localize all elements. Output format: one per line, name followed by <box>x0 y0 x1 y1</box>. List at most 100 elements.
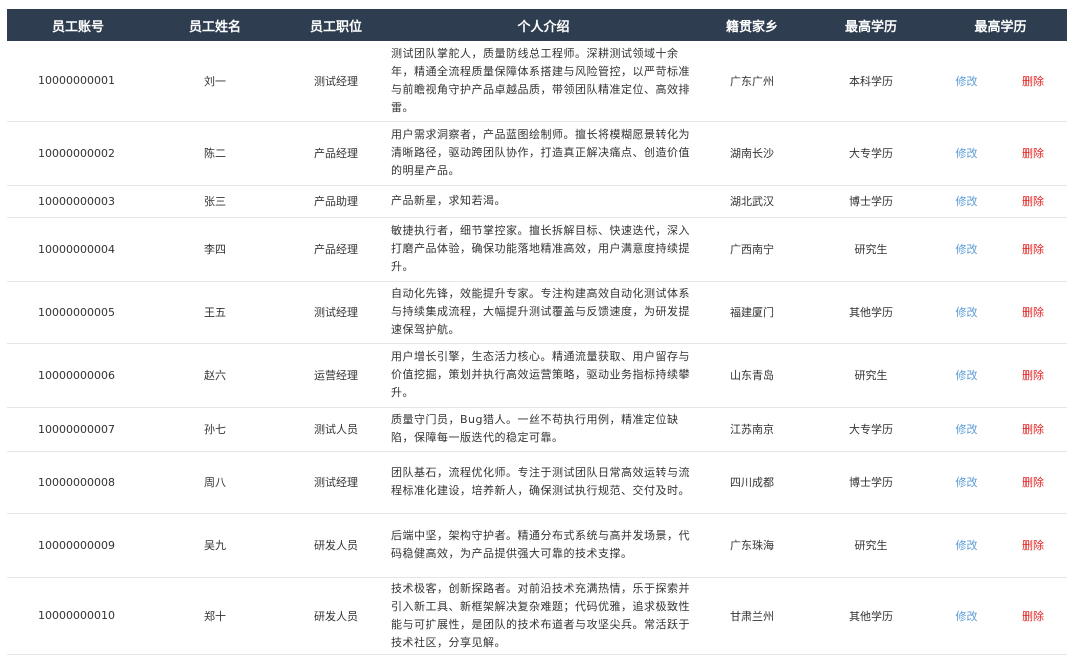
delete-cell: 删除 <box>999 121 1068 186</box>
cell-employee-position: 研发人员 <box>281 577 391 655</box>
edit-cell: 修改 <box>934 407 999 452</box>
delete-button[interactable]: 删除 <box>1022 539 1044 552</box>
cell-employee-id: 10000000007 <box>7 407 149 452</box>
delete-button[interactable]: 删除 <box>1022 423 1044 436</box>
cell-employee-name: 李四 <box>149 217 281 282</box>
edit-button[interactable]: 修改 <box>956 306 978 319</box>
edit-button[interactable]: 修改 <box>956 369 978 382</box>
header-employee-position: 员工职位 <box>309 19 362 35</box>
cell-education: 博士学历 <box>808 185 934 218</box>
cell-employee-name: 郑十 <box>149 577 281 655</box>
cell-hometown: 山东青岛 <box>696 343 808 408</box>
delete-button[interactable]: 删除 <box>1022 369 1044 382</box>
cell-employee-position: 产品经理 <box>281 217 391 282</box>
cell-hometown: 甘肃兰州 <box>696 577 808 655</box>
edit-cell: 修改 <box>934 577 999 655</box>
cell-education: 博士学历 <box>808 451 934 514</box>
header-actions: 最高学历 <box>974 19 1027 35</box>
delete-button[interactable]: 删除 <box>1022 243 1044 256</box>
edit-cell: 修改 <box>934 451 999 514</box>
delete-button[interactable]: 删除 <box>1022 306 1044 319</box>
edit-button[interactable]: 修改 <box>956 476 978 489</box>
cell-education: 研究生 <box>808 513 934 578</box>
edit-cell: 修改 <box>934 185 999 218</box>
edit-button[interactable]: 修改 <box>956 539 978 552</box>
delete-button[interactable]: 删除 <box>1022 75 1044 88</box>
cell-intro: 质量守门员，Bug猎人。一丝不苟执行用例，精准定位缺陷，保障每一版迭代的稳定可靠… <box>391 407 696 452</box>
cell-hometown: 广西南宁 <box>696 217 808 282</box>
delete-button[interactable]: 删除 <box>1022 476 1044 489</box>
cell-intro: 用户需求洞察者，产品蓝图绘制师。擅长将模糊愿景转化为清晰路径，驱动跨团队协作，打… <box>391 121 696 186</box>
delete-cell: 删除 <box>999 217 1068 282</box>
edit-cell: 修改 <box>934 513 999 578</box>
delete-cell: 删除 <box>999 281 1068 344</box>
cell-hometown: 福建厦门 <box>696 281 808 344</box>
cell-employee-name: 赵六 <box>149 343 281 408</box>
cell-education: 研究生 <box>808 217 934 282</box>
cell-intro: 测试团队掌舵人，质量防线总工程师。深耕测试领域十余年，精通全流程质量保障体系搭建… <box>391 41 696 122</box>
table-row: 10000000002 陈二 产品经理 用户需求洞察者，产品蓝图绘制师。擅长将模糊愿景… <box>7 121 1068 186</box>
table-row: 10000000007 孙七 测试人员 质量守门员，Bug猎人。一丝不苟执行用例，精准… <box>7 407 1068 452</box>
edit-button[interactable]: 修改 <box>956 610 978 623</box>
cell-education: 其他学历 <box>808 281 934 344</box>
cell-employee-position: 测试经理 <box>281 281 391 344</box>
cell-hometown: 四川成都 <box>696 451 808 514</box>
table-row: 10000000001 刘一 测试经理 测试团队掌舵人，质量防线总工程师。深耕测试领域… <box>7 41 1068 122</box>
cell-employee-id: 10000000001 <box>7 41 149 122</box>
cell-education: 研究生 <box>808 343 934 408</box>
delete-cell: 删除 <box>999 451 1068 514</box>
edit-button[interactable]: 修改 <box>956 75 978 88</box>
cell-employee-position: 测试经理 <box>281 41 391 122</box>
cell-employee-id: 10000000008 <box>7 451 149 514</box>
cell-employee-position: 测试经理 <box>281 451 391 514</box>
cell-hometown: 广东珠海 <box>696 513 808 578</box>
table-header-row: 员工账号 员工姓名 员工职位 个人介绍 籍贯家乡 最高学历 最高学历 <box>7 9 1068 41</box>
edit-button[interactable]: 修改 <box>956 423 978 436</box>
cell-employee-id: 10000000009 <box>7 513 149 578</box>
delete-button[interactable]: 删除 <box>1022 195 1044 208</box>
cell-employee-name: 王五 <box>149 281 281 344</box>
cell-employee-position: 研发人员 <box>281 513 391 578</box>
cell-intro: 用户增长引擎，生态活力核心。精通流量获取、用户留存与价值挖掘，策划并执行高效运营… <box>391 343 696 408</box>
cell-hometown: 江苏南京 <box>696 407 808 452</box>
table-row: 10000000003 张三 产品助理 产品新星，求知若渴。 湖北武汉 博士学历 修改 删除 <box>7 185 1068 218</box>
table-row: 10000000009 吴九 研发人员 后端中坚，架构守护者。精通分布式系统与高并发场… <box>7 513 1068 578</box>
cell-employee-id: 10000000005 <box>7 281 149 344</box>
cell-employee-id: 10000000010 <box>7 577 149 655</box>
header-employee-name: 员工姓名 <box>188 19 241 35</box>
cell-education: 其他学历 <box>808 577 934 655</box>
cell-intro: 敏捷执行者，细节掌控家。擅长拆解目标、快速迭代，深入打磨产品体验，确保功能落地精… <box>391 217 696 282</box>
cell-employee-name: 陈二 <box>149 121 281 186</box>
cell-education: 大专学历 <box>808 407 934 452</box>
delete-cell: 删除 <box>999 343 1068 408</box>
edit-cell: 修改 <box>934 121 999 186</box>
cell-hometown: 湖北武汉 <box>696 185 808 218</box>
cell-hometown: 湖南长沙 <box>696 121 808 186</box>
table-row: 10000000008 周八 测试经理 团队基石，流程优化师。专注于测试团队日常高效运… <box>7 451 1068 514</box>
table-body: 10000000001 刘一 测试经理 测试团队掌舵人，质量防线总工程师。深耕测试领域… <box>7 41 1068 655</box>
header-employee-id: 员工账号 <box>51 19 104 35</box>
edit-cell: 修改 <box>934 41 999 122</box>
table-row: 10000000004 李四 产品经理 敏捷执行者，细节掌控家。擅长拆解目标、快速迭代… <box>7 217 1068 282</box>
delete-cell: 删除 <box>999 41 1068 122</box>
cell-intro: 自动化先锋，效能提升专家。专注构建高效自动化测试体系与持续集成流程，大幅提升测试… <box>391 281 696 344</box>
edit-button[interactable]: 修改 <box>956 147 978 160</box>
delete-cell: 删除 <box>999 407 1068 452</box>
cell-education: 本科学历 <box>808 41 934 122</box>
employee-table-container: 员工账号 员工姓名 员工职位 个人介绍 籍贯家乡 最高学历 最高学历 10000… <box>7 9 1068 655</box>
cell-employee-name: 刘一 <box>149 41 281 122</box>
edit-button[interactable]: 修改 <box>956 243 978 256</box>
delete-button[interactable]: 删除 <box>1022 147 1044 160</box>
edit-button[interactable]: 修改 <box>956 195 978 208</box>
delete-button[interactable]: 删除 <box>1022 610 1044 623</box>
edit-cell: 修改 <box>934 343 999 408</box>
delete-cell: 删除 <box>999 513 1068 578</box>
cell-employee-name: 吴九 <box>149 513 281 578</box>
delete-cell: 删除 <box>999 577 1068 655</box>
cell-hometown: 广东广州 <box>696 41 808 122</box>
cell-employee-position: 运营经理 <box>281 343 391 408</box>
cell-employee-position: 测试人员 <box>281 407 391 452</box>
table-row: 10000000010 郑十 研发人员 技术极客，创新探路者。对前沿技术充满热情，乐于… <box>7 577 1068 655</box>
table-row: 10000000005 王五 测试经理 自动化先锋，效能提升专家。专注构建高效自动化测… <box>7 281 1068 344</box>
cell-employee-id: 10000000006 <box>7 343 149 408</box>
